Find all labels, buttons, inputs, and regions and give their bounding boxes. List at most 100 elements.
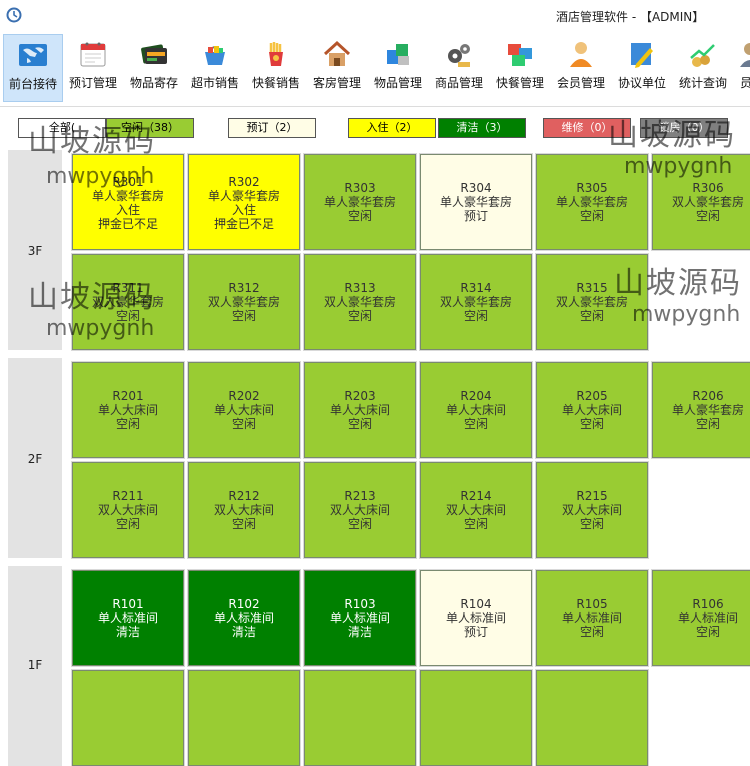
pen-icon xyxy=(631,43,653,68)
room-status: 空闲 xyxy=(231,417,256,431)
room-number: R305 xyxy=(576,181,608,195)
calendar-icon xyxy=(80,42,106,67)
status-filter-chip[interactable]: 入住（2） xyxy=(348,118,436,138)
status-filter-chip[interactable]: 预订（2） xyxy=(228,118,316,138)
room-tile[interactable]: R211 双人大床间 空闲 xyxy=(71,461,185,559)
room-tile[interactable]: R315 双人豪华套房 空闲 xyxy=(535,253,649,351)
chart-icon xyxy=(690,44,715,67)
room-number: R306 xyxy=(692,181,724,195)
cards-icon xyxy=(141,44,167,64)
room-status: 预订 xyxy=(463,625,488,639)
fries-icon xyxy=(269,42,283,66)
room-tile[interactable]: R304 单人豪华套房 预订 xyxy=(419,153,533,251)
toolbar-button-7[interactable]: 物品管理 xyxy=(368,34,428,102)
room-type: 双人大床间 xyxy=(445,503,506,517)
room-tile[interactable] xyxy=(71,669,185,766)
room-tile[interactable]: R103 单人标准间 清洁 xyxy=(303,569,417,667)
room-type: 单人大床间 xyxy=(213,403,274,417)
toolbar-button-5[interactable]: 快餐销售 xyxy=(246,34,306,102)
room-tile[interactable]: R303 单人豪华套房 空闲 xyxy=(303,153,417,251)
room-tile[interactable] xyxy=(303,669,417,766)
room-type: 双人豪华套房 xyxy=(439,295,512,309)
room-tile[interactable] xyxy=(535,669,649,766)
room-status: 空闲 xyxy=(115,517,140,531)
room-tile[interactable]: R312 双人豪华套房 空闲 xyxy=(187,253,301,351)
toolbar-button-1[interactable]: 前台接待 xyxy=(3,34,63,102)
room-status: 空闲 xyxy=(695,417,720,431)
room-number: R101 xyxy=(112,597,144,611)
room-tile[interactable]: R101 单人标准间 清洁 xyxy=(71,569,185,667)
room-status: 入住 xyxy=(231,203,256,217)
status-filter-chip[interactable]: 维修（0） xyxy=(543,118,631,138)
room-tile[interactable]: R212 双人大床间 空闲 xyxy=(187,461,301,559)
toolbar-button-label: 快餐销售 xyxy=(251,76,300,90)
toolbar-button-4[interactable]: 超市销售 xyxy=(185,34,245,102)
room-tile[interactable]: R301 单人豪华套房 入住 押金已不足 xyxy=(71,153,185,251)
room-type: 双人豪华套房 xyxy=(671,195,744,209)
room-tile[interactable]: R306 双人豪华套房 空闲 xyxy=(651,153,750,251)
room-tile[interactable] xyxy=(187,669,301,766)
status-filter-chip[interactable]: 全部( xyxy=(18,118,106,138)
toolbar-button-2[interactable]: 预订管理 xyxy=(63,34,123,102)
toolbar-button-11[interactable]: 协议单位 xyxy=(612,34,672,102)
room-status: 空闲 xyxy=(579,209,604,223)
toolbar-button-9[interactable]: 快餐管理 xyxy=(490,34,550,102)
toolbar-button-13[interactable]: 员 xyxy=(734,34,750,102)
room-type: 单人标准间 xyxy=(561,611,622,625)
room-tile[interactable]: R305 单人豪华套房 空闲 xyxy=(535,153,649,251)
room-tile[interactable]: R313 双人豪华套房 空闲 xyxy=(303,253,417,351)
toolbar-button-label: 物品寄存 xyxy=(129,76,178,90)
room-tile[interactable]: R105 单人标准间 空闲 xyxy=(535,569,649,667)
room-tile[interactable]: R314 双人豪华套房 空闲 xyxy=(419,253,533,351)
room-type: 单人豪华套房 xyxy=(439,195,512,209)
room-tile[interactable] xyxy=(419,669,533,766)
room-alert: 押金已不足 xyxy=(213,217,274,231)
toolbar-button-label: 商品管理 xyxy=(434,76,483,90)
room-tile[interactable]: R104 单人标准间 预订 xyxy=(419,569,533,667)
room-tile[interactable]: R202 单人大床间 空闲 xyxy=(187,361,301,459)
room-type: 单人豪华套房 xyxy=(671,403,744,417)
status-filter-chip[interactable]: 清洁（3） xyxy=(438,118,526,138)
toolbar-button-label: 前台接待 xyxy=(8,77,57,91)
toolbar-button-12[interactable]: 统计查询 xyxy=(673,34,733,102)
room-number: R105 xyxy=(576,597,608,611)
room-tile[interactable]: R204 单人大床间 空闲 xyxy=(419,361,533,459)
room-type: 单人大床间 xyxy=(561,403,622,417)
room-status: 清洁 xyxy=(347,625,372,639)
room-status: 空闲 xyxy=(347,417,372,431)
floor-section: 2F R201 单人大床间 空闲 R202 单人大床间 空闲 R203 单人大床间 空闲 R204 单… xyxy=(8,358,750,559)
room-tile[interactable]: R201 单人大床间 空闲 xyxy=(71,361,185,459)
room-type: 双人豪华套房 xyxy=(91,295,164,309)
room-number: R214 xyxy=(460,489,492,503)
room-tile[interactable]: R203 单人大床间 空闲 xyxy=(303,361,417,459)
room-tile[interactable]: R206 单人豪华套房 空闲 xyxy=(651,361,750,459)
room-number: R202 xyxy=(228,389,260,403)
toolbar-button-label: 预订管理 xyxy=(68,76,117,90)
toolbar-button-3[interactable]: 物品寄存 xyxy=(124,34,184,102)
room-tile[interactable]: R311 双人豪华套房 空闲 xyxy=(71,253,185,351)
toolbar-button-8[interactable]: 商品管理 xyxy=(429,34,489,102)
room-tile[interactable]: R205 单人大床间 空闲 xyxy=(535,361,649,459)
toolbar-button-10[interactable]: 会员管理 xyxy=(551,34,611,102)
room-number: R106 xyxy=(692,597,724,611)
room-type: 双人大床间 xyxy=(213,503,274,517)
room-status: 清洁 xyxy=(231,625,256,639)
room-tile[interactable]: R106 单人标准间 空闲 xyxy=(651,569,750,667)
status-filter-chip[interactable]: 锁房（0） xyxy=(640,118,728,138)
boxes-icon xyxy=(387,44,409,65)
room-number: R212 xyxy=(228,489,260,503)
toolbar-button-label: 协议单位 xyxy=(617,76,666,90)
status-filter-chip[interactable]: 空闲（38） xyxy=(106,118,194,138)
room-type: 双人大床间 xyxy=(561,503,622,517)
room-tile[interactable]: R213 双人大床间 空闲 xyxy=(303,461,417,559)
room-tile[interactable]: R215 双人大床间 空闲 xyxy=(535,461,649,559)
toolbar-button-label: 会员管理 xyxy=(556,76,605,90)
room-tile[interactable]: R214 双人大床间 空闲 xyxy=(419,461,533,559)
room-status: 空闲 xyxy=(231,517,256,531)
room-status: 空闲 xyxy=(463,517,488,531)
toolbar-button-6[interactable]: 客房管理 xyxy=(307,34,367,102)
floor-section: 1F R101 单人标准间 清洁 R102 单人标准间 清洁 R103 单人标准间 清洁 R104 单… xyxy=(8,566,750,766)
room-type: 双人大床间 xyxy=(97,503,158,517)
room-tile[interactable]: R302 单人豪华套房 入住 押金已不足 xyxy=(187,153,301,251)
room-tile[interactable]: R102 单人标准间 清洁 xyxy=(187,569,301,667)
